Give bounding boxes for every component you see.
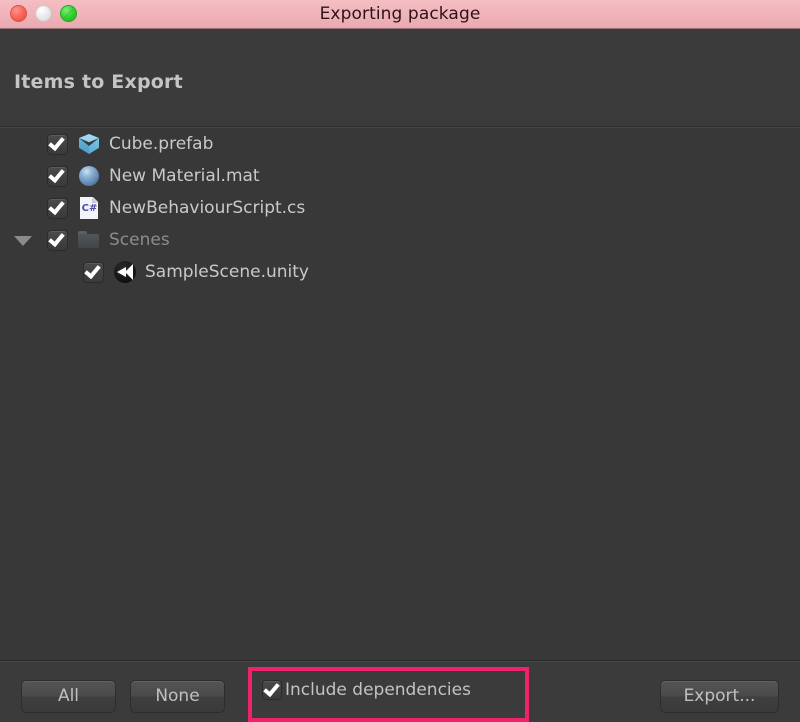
include-dependencies-control[interactable]: Include dependencies [262,679,471,700]
list-item-label: New Material.mat [109,166,260,186]
item-checkbox[interactable] [47,197,68,219]
export-items-list[interactable]: Cube.prefab New Material.mat C# NewBehav… [0,128,800,661]
list-item-label: Cube.prefab [109,134,214,154]
window-titlebar: Exporting package [0,0,800,29]
include-dependencies-label: Include dependencies [285,680,471,700]
list-item-label: SampleScene.unity [145,262,309,282]
list-item[interactable]: C# NewBehaviourScript.cs [0,192,800,224]
select-none-button[interactable]: None [130,680,225,713]
list-item-label: Scenes [109,230,170,250]
item-checkbox[interactable] [83,261,104,283]
select-all-button[interactable]: All [21,680,116,713]
list-item-label: NewBehaviourScript.cs [109,198,306,218]
window-title: Exporting package [319,4,481,24]
page-title: Items to Export [14,71,183,93]
items-to-export-header: Items to Export [0,29,800,127]
export-button[interactable]: Export... [660,680,779,713]
list-item[interactable]: Scenes [0,224,800,256]
item-checkbox[interactable] [47,133,68,155]
item-checkbox[interactable] [47,229,68,251]
csharp-script-icon: C# [78,197,100,219]
list-item[interactable]: Cube.prefab [0,128,800,160]
unity-scene-icon [114,261,136,283]
list-item[interactable]: New Material.mat [0,160,800,192]
exporting-package-window: Exporting package Items to Export Cube.p… [0,0,800,722]
material-sphere-icon [78,165,100,187]
item-checkbox[interactable] [47,165,68,187]
prefab-cube-icon [78,133,100,155]
include-dependencies-checkbox[interactable] [262,679,282,700]
chevron-down-icon[interactable] [13,231,32,249]
folder-icon [78,229,100,251]
list-item[interactable]: SampleScene.unity [0,256,800,288]
